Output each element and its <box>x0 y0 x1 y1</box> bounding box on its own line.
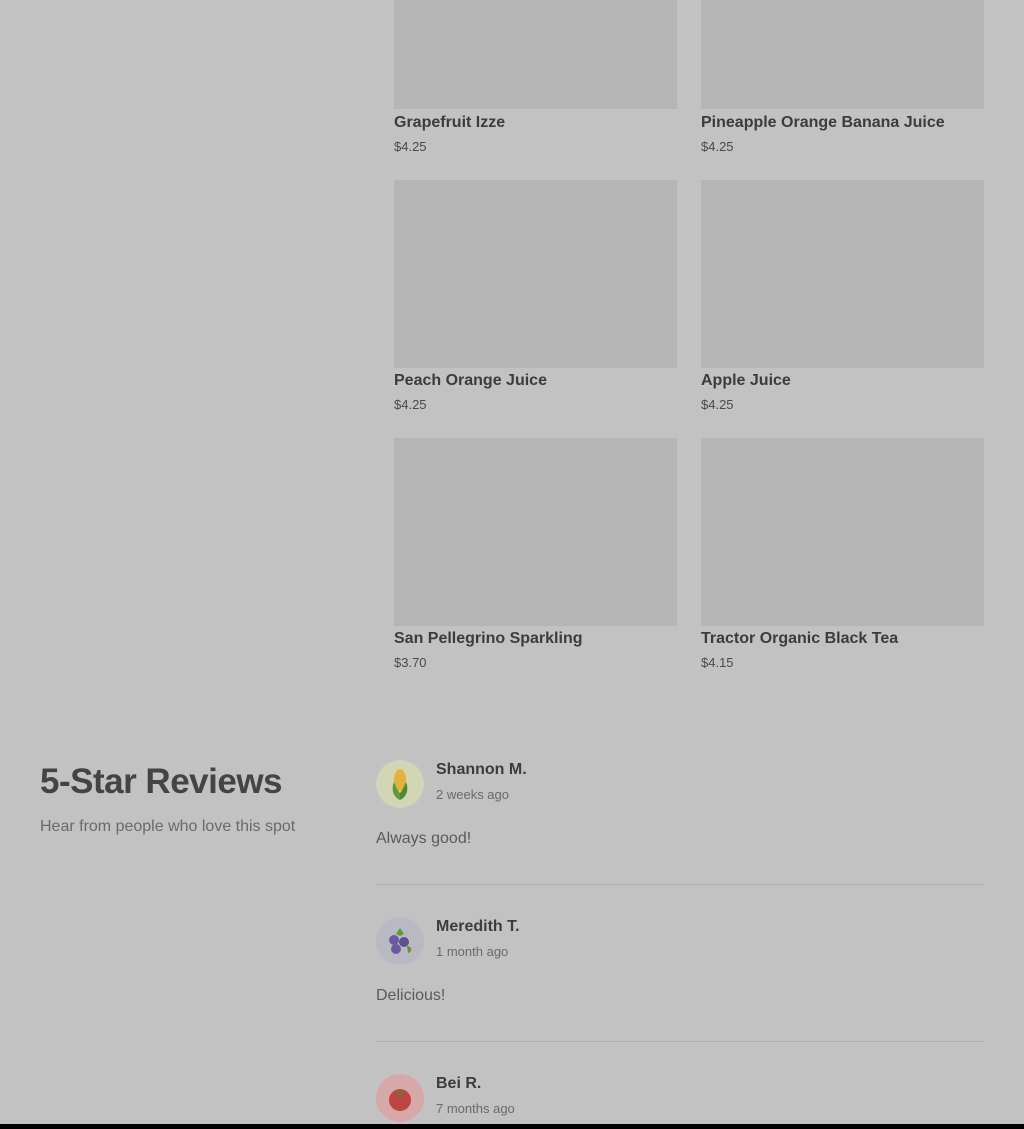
product-name: Pineapple Orange Banana Juice <box>701 114 945 131</box>
review-text: Delicious! <box>376 987 446 1004</box>
product-image[interactable] <box>394 180 677 368</box>
product-name: Tractor Organic Black Tea <box>701 630 899 647</box>
reviewer-name: Bei R. <box>436 1075 482 1092</box>
reviews-title: 5-Star Reviews <box>40 762 283 801</box>
reviewer-name: Meredith T. <box>436 918 520 935</box>
product-image[interactable] <box>394 438 677 626</box>
product-name: Apple Juice <box>701 372 791 389</box>
avatar <box>376 1074 424 1122</box>
divider <box>376 884 984 885</box>
review-text: Always good! <box>376 830 472 847</box>
avatar <box>376 917 424 965</box>
product-name: Peach Orange Juice <box>394 372 547 389</box>
product-price: $4.25 <box>394 139 427 154</box>
reviewer-name: Shannon M. <box>436 761 527 778</box>
product-name: Grapefruit Izze <box>394 114 506 131</box>
product-card[interactable]: Apple Juice $4.25 <box>701 180 984 412</box>
review-time: 1 month ago <box>436 944 509 959</box>
reviews-subtitle: Hear from people who love this spot <box>40 818 296 835</box>
product-card[interactable]: San Pellegrino Sparkling $3.70 <box>394 438 677 670</box>
product-card[interactable]: Peach Orange Juice $4.25 <box>394 180 677 412</box>
product-price: $3.70 <box>394 655 427 670</box>
tomato-icon <box>389 1089 411 1111</box>
reviews-header: 5-Star Reviews Hear from people who love… <box>40 760 295 835</box>
product-image[interactable] <box>701 438 984 626</box>
bottom-bar <box>0 1124 1024 1129</box>
product-price: $4.25 <box>394 397 427 412</box>
product-card[interactable]: Tractor Organic Black Tea $4.15 <box>701 438 984 670</box>
product-image[interactable] <box>701 180 984 368</box>
product-card[interactable]: Pineapple Orange Banana Juice $4.25 <box>701 0 984 154</box>
product-image[interactable] <box>701 0 984 109</box>
blueberries-icon <box>389 928 412 954</box>
review-time: 7 months ago <box>436 1101 515 1116</box>
corn-icon <box>392 769 408 800</box>
product-card[interactable]: Grapefruit Izze $4.25 <box>394 0 677 154</box>
product-price: $4.25 <box>701 397 734 412</box>
divider <box>376 1041 984 1042</box>
product-image[interactable] <box>394 0 677 109</box>
avatar <box>376 760 424 808</box>
product-price: $4.15 <box>701 655 734 670</box>
review-time: 2 weeks ago <box>436 787 509 802</box>
product-price: $4.25 <box>701 139 734 154</box>
product-name: San Pellegrino Sparkling <box>394 630 583 647</box>
